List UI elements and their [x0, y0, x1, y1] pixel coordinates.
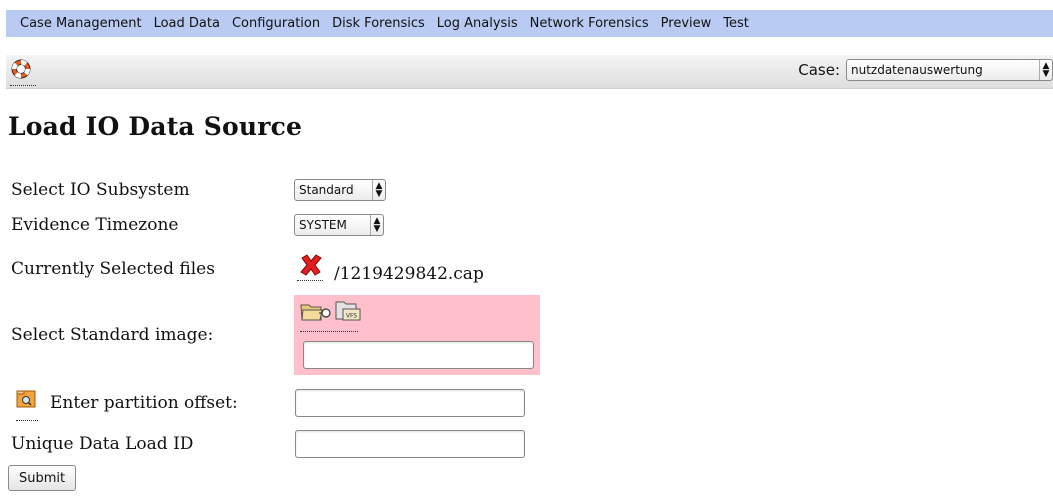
partition-offset-input[interactable]	[295, 389, 525, 417]
menu-preview[interactable]: Preview	[655, 16, 718, 31]
menu-disk-forensics[interactable]: Disk Forensics	[326, 16, 431, 31]
vfs-folder-icon[interactable]: VFS	[334, 299, 362, 327]
select-arrows-icon: ▲ ▼	[372, 180, 385, 200]
svg-text:VFS: VFS	[346, 313, 357, 320]
menu-load-data[interactable]: Load Data	[148, 16, 226, 31]
lifebuoy-icon[interactable]	[10, 58, 32, 80]
partition-icon-underline	[16, 420, 38, 421]
standard-image-label: Select Standard image:	[11, 325, 214, 345]
menu-case-management[interactable]: Case Management	[6, 16, 148, 31]
standard-image-input[interactable]	[303, 341, 534, 369]
load-id-input[interactable]	[295, 430, 525, 458]
partition-search-icon[interactable]	[16, 388, 36, 414]
submit-button[interactable]: Submit	[8, 465, 77, 491]
select-arrows-icon: ▲ ▼	[370, 215, 383, 235]
folder-open-icon[interactable]	[300, 301, 332, 327]
menu-test[interactable]: Test	[717, 16, 755, 31]
page-title: Load IO Data Source	[8, 112, 303, 141]
partition-offset-label: Enter partition offset:	[50, 393, 238, 413]
menu-log-analysis[interactable]: Log Analysis	[431, 16, 524, 31]
selected-files-label: Currently Selected files	[11, 259, 215, 279]
image-icons-underline	[300, 331, 358, 332]
case-select[interactable]: nutzdatenauswertung ▲ ▼	[846, 59, 1053, 81]
case-label: Case:	[798, 61, 840, 79]
menu-network-forensics[interactable]: Network Forensics	[524, 16, 655, 31]
io-subsystem-select[interactable]: Standard ▲ ▼	[294, 179, 386, 201]
menu-configuration[interactable]: Configuration	[226, 16, 326, 31]
case-select-value: nutzdatenauswertung	[851, 63, 983, 77]
select-arrows-icon: ▲ ▼	[1039, 60, 1052, 80]
remove-file-underline	[297, 280, 323, 281]
io-subsystem-label: Select IO Subsystem	[11, 180, 190, 200]
toolbar: Case: nutzdatenauswertung ▲ ▼	[6, 55, 1053, 89]
timezone-value: SYSTEM	[299, 218, 347, 232]
main-menu-bar: Case Management Load Data Configuration …	[6, 10, 1053, 37]
selected-file-name: /1219429842.cap	[334, 264, 484, 284]
standard-image-panel: VFS	[294, 295, 540, 375]
timezone-label: Evidence Timezone	[11, 215, 179, 235]
io-subsystem-value: Standard	[299, 183, 354, 197]
case-selector-area: Case: nutzdatenauswertung ▲ ▼	[798, 59, 1053, 81]
remove-file-icon[interactable]	[298, 253, 324, 281]
load-id-label: Unique Data Load ID	[11, 434, 194, 454]
timezone-select[interactable]: SYSTEM ▲ ▼	[294, 214, 384, 236]
help-link-underline	[10, 85, 36, 86]
